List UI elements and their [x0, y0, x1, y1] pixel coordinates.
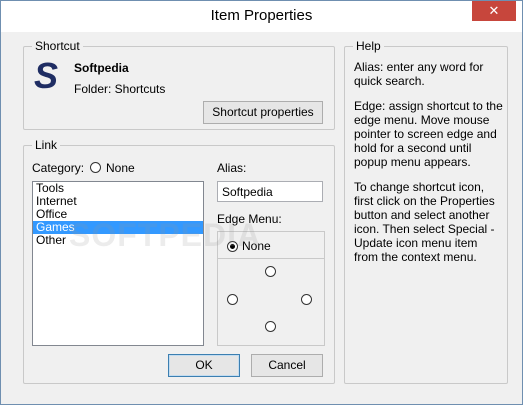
- softpedia-watermark: SOFTPEDIA: [69, 217, 262, 253]
- category-none-label: None: [106, 161, 135, 175]
- category-listbox[interactable]: Tools Internet Office Games Other: [32, 181, 204, 346]
- softpedia-s-logo-icon: S: [31, 55, 61, 96]
- dialog-body: Shortcut S Softpedia Folder: Shortcuts S…: [9, 32, 514, 396]
- window-title: Item Properties: [210, 7, 313, 24]
- close-icon: ✕: [488, 3, 500, 18]
- edge-bottom-radio[interactable]: [265, 321, 276, 332]
- ok-button[interactable]: OK: [168, 354, 240, 377]
- shortcut-group-label: Shortcut: [32, 39, 83, 53]
- link-group: Link Category: None Tools Internet Offic…: [23, 138, 335, 384]
- help-group-label: Help: [353, 39, 384, 53]
- help-paragraph-icon: To change shortcut icon, first click on …: [354, 180, 495, 264]
- category-label: Category:: [32, 161, 85, 175]
- edge-divider: [218, 258, 324, 259]
- shortcut-properties-button[interactable]: Shortcut properties: [203, 101, 323, 124]
- cancel-button[interactable]: Cancel: [251, 354, 323, 377]
- help-paragraph-edge: Edge: assign shortcut to the edge menu. …: [354, 99, 503, 169]
- alias-input[interactable]: Softpedia: [217, 181, 323, 202]
- shortcut-name: Softpedia: [74, 61, 129, 75]
- shortcut-group: Shortcut S Softpedia Folder: Shortcuts S…: [23, 39, 335, 130]
- close-button[interactable]: ✕: [472, 1, 516, 21]
- shortcut-folder: Folder: Shortcuts: [74, 82, 166, 96]
- alias-label: Alias:: [217, 161, 247, 175]
- item-properties-window: Item Properties ✕ Shortcut S Softpedia F…: [0, 0, 523, 405]
- edge-top-radio[interactable]: [265, 266, 276, 277]
- help-text: Alias: enter any word for quick search. …: [354, 60, 504, 275]
- help-paragraph-alias: Alias: enter any word for quick search.: [354, 60, 484, 88]
- title-bar: Item Properties ✕: [1, 1, 522, 32]
- category-none-radio[interactable]: [90, 162, 101, 173]
- link-group-label: Link: [32, 138, 61, 152]
- svg-text:S: S: [34, 59, 58, 91]
- edge-right-radio[interactable]: [301, 294, 312, 305]
- edge-left-radio[interactable]: [227, 294, 238, 305]
- help-group: Help Alias: enter any word for quick sea…: [344, 39, 508, 384]
